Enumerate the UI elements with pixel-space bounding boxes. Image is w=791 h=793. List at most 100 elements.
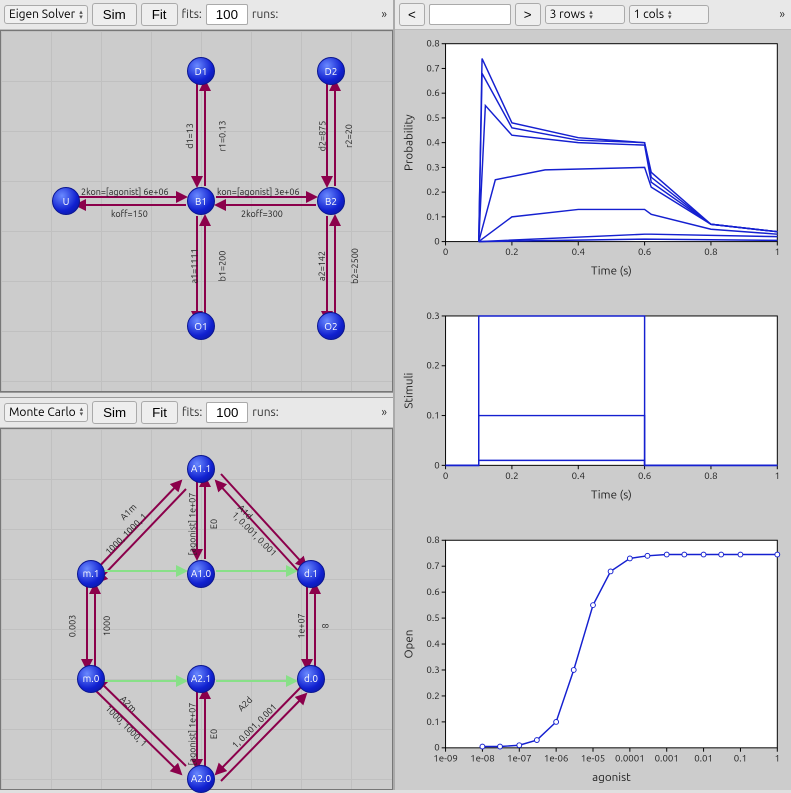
- svg-text:agonist: agonist: [592, 771, 631, 784]
- svg-text:1e-09: 1e-09: [433, 752, 458, 763]
- next-button[interactable]: >: [515, 3, 541, 26]
- runs-label-top: runs:: [252, 8, 278, 21]
- svg-text:Probability: Probability: [403, 114, 416, 171]
- edge-kon2: kon=[agonist] 3e+06: [217, 187, 300, 197]
- edge-b2: b2=2500: [350, 248, 360, 284]
- svg-text:0.2: 0.2: [426, 186, 439, 197]
- svg-text:1: 1: [775, 752, 780, 763]
- fit-button-bottom[interactable]: Fit: [141, 401, 178, 424]
- edge-m2: 1000: [102, 616, 112, 636]
- svg-text:0.8: 0.8: [426, 38, 439, 49]
- edge-d1: d1=13: [185, 123, 195, 149]
- node-O2[interactable]: O2: [317, 312, 345, 340]
- svg-text:0.0001: 0.0001: [615, 752, 645, 763]
- svg-text:0.5: 0.5: [426, 612, 439, 623]
- svg-text:0.2: 0.2: [426, 360, 439, 371]
- node-m0[interactable]: m.0: [77, 665, 105, 693]
- svg-text:0.6: 0.6: [638, 246, 651, 257]
- spinner-icon: ▴▾: [589, 10, 593, 20]
- expand-icon-top[interactable]: »: [379, 8, 389, 21]
- svg-text:0.3: 0.3: [426, 664, 439, 675]
- solver-label-bot: Monte Carlo: [9, 406, 76, 419]
- svg-text:1e-07: 1e-07: [507, 752, 532, 763]
- node-D1[interactable]: D1: [187, 57, 215, 85]
- edge-a1: a1=1111: [190, 248, 200, 283]
- node-B2[interactable]: B2: [317, 187, 345, 215]
- svg-text:0: 0: [443, 246, 448, 257]
- svg-text:1e-06: 1e-06: [544, 752, 569, 763]
- solver-select-bottom[interactable]: Monte Carlo ▴▾: [4, 403, 88, 422]
- bottom-toolbar: Monte Carlo ▴▾ Sim Fit fits: runs: »: [0, 398, 393, 428]
- rows-select[interactable]: 3 rows ▴▾: [545, 5, 625, 24]
- svg-text:0.1: 0.1: [426, 716, 439, 727]
- node-d0[interactable]: d.0: [297, 665, 325, 693]
- plot-stimuli[interactable]: 00.20.40.60.8100.10.20.3Time (s)Stimuli: [399, 282, 787, 528]
- svg-text:0.8: 0.8: [704, 470, 717, 481]
- plot-probability[interactable]: 00.20.40.60.8100.10.20.30.40.50.60.70.8T…: [399, 34, 787, 280]
- cols-select[interactable]: 1 cols ▴▾: [629, 5, 709, 24]
- svg-text:0.6: 0.6: [426, 87, 439, 98]
- svg-text:0.3: 0.3: [426, 310, 439, 321]
- spinner-icon: ▴▾: [668, 10, 672, 20]
- expand-icon-bottom[interactable]: »: [379, 406, 389, 419]
- node-d1[interactable]: d.1: [297, 560, 325, 588]
- svg-text:0.4: 0.4: [572, 246, 586, 257]
- runs-label-bottom: runs:: [252, 406, 278, 419]
- fits-label-top: fits:: [182, 8, 202, 21]
- svg-text:0.1: 0.1: [426, 211, 439, 222]
- svg-text:0.2: 0.2: [426, 690, 439, 701]
- svg-text:0.2: 0.2: [505, 470, 518, 481]
- solver-select-top[interactable]: Eigen Solver ▴▾: [4, 5, 88, 24]
- svg-text:0.6: 0.6: [638, 470, 651, 481]
- edge-r1: r1=0.13: [218, 120, 228, 151]
- svg-text:0.6: 0.6: [426, 586, 439, 597]
- node-A20[interactable]: A2.0: [187, 765, 215, 793]
- svg-text:0.7: 0.7: [426, 62, 439, 73]
- node-U[interactable]: U: [52, 187, 80, 215]
- spinner-icon: ▴▾: [79, 10, 83, 20]
- svg-text:0: 0: [434, 236, 439, 247]
- svg-text:0: 0: [443, 470, 448, 481]
- svg-text:1e-05: 1e-05: [581, 752, 606, 763]
- svg-text:0.7: 0.7: [426, 560, 439, 571]
- fit-button-top[interactable]: Fit: [141, 3, 178, 26]
- edge-a2: a2=142: [317, 251, 327, 281]
- fits-input-bottom[interactable]: [206, 402, 248, 423]
- top-toolbar: Eigen Solver ▴▾ Sim Fit fits: runs: »: [0, 0, 393, 30]
- svg-text:0.4: 0.4: [426, 638, 440, 649]
- node-A10[interactable]: A1.0: [187, 560, 215, 588]
- diagram-top[interactable]: D1 D2 U B1 B2 O1 O2 d1=13 r1=0.13 d2=875…: [0, 30, 393, 392]
- svg-text:1: 1: [775, 246, 780, 257]
- edge-e1: E0: [209, 519, 219, 529]
- svg-text:0.2: 0.2: [505, 246, 518, 257]
- edge-kon1: 2kon=[agonist] 6e+06: [81, 187, 169, 197]
- prev-button[interactable]: <: [399, 3, 425, 26]
- svg-text:0.3: 0.3: [426, 161, 439, 172]
- svg-text:0.8: 0.8: [704, 246, 717, 257]
- node-m1[interactable]: m.1: [77, 560, 105, 588]
- svg-text:1: 1: [775, 470, 780, 481]
- svg-text:1e-08: 1e-08: [470, 752, 495, 763]
- sim-button-bottom[interactable]: Sim: [92, 401, 137, 424]
- plot-index-input[interactable]: [429, 4, 511, 25]
- expand-icon-plots[interactable]: »: [777, 8, 787, 21]
- node-D2[interactable]: D2: [317, 57, 345, 85]
- node-B1[interactable]: B1: [187, 187, 215, 215]
- diagram-bottom[interactable]: A1.1 A1.0 A2.1 A2.0 m.1 m.0 d.1 d.0 A1m …: [0, 428, 393, 790]
- solver-label: Eigen Solver: [9, 8, 75, 21]
- plot-open[interactable]: 1e-091e-081e-071e-061e-050.00010.0010.01…: [399, 531, 787, 786]
- edge-b1: b1=200: [217, 251, 227, 282]
- node-A21[interactable]: A2.1: [187, 665, 215, 693]
- fits-input-top[interactable]: [206, 4, 248, 25]
- plot-toolbar: < > 3 rows ▴▾ 1 cols ▴▾ »: [395, 0, 791, 30]
- node-A11[interactable]: A1.1: [187, 455, 215, 483]
- svg-text:0.1: 0.1: [426, 410, 439, 421]
- svg-text:0.001: 0.001: [655, 752, 679, 763]
- svg-text:Open: Open: [403, 629, 416, 658]
- sim-button-top[interactable]: Sim: [92, 3, 137, 26]
- edge-d2: d2=875: [317, 121, 327, 152]
- svg-text:0.5: 0.5: [426, 112, 439, 123]
- node-O1[interactable]: O1: [187, 312, 215, 340]
- svg-text:0.4: 0.4: [426, 137, 440, 148]
- svg-text:0: 0: [434, 742, 439, 753]
